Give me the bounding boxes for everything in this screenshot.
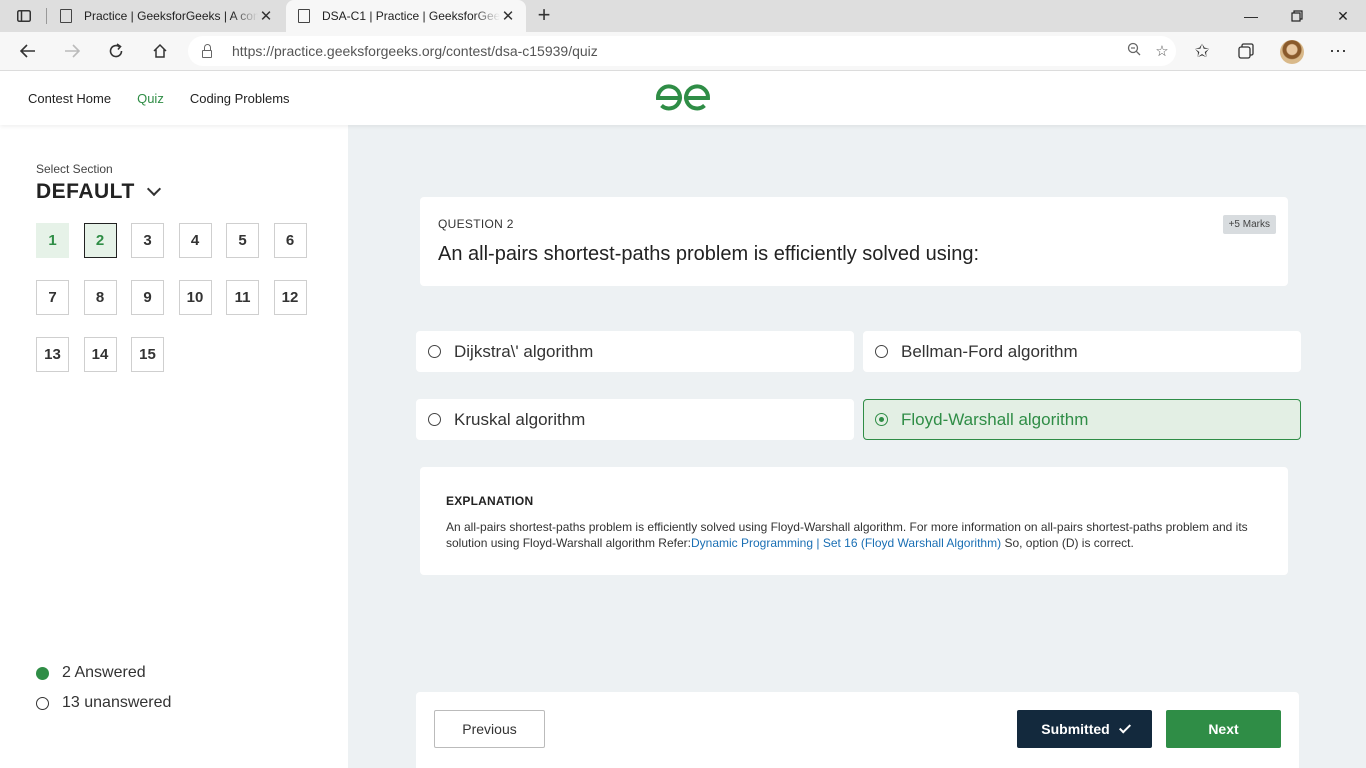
explanation-conclusion: So, option (D) is correct. <box>1001 536 1134 550</box>
address-bar: https://practice.geeksforgeeks.org/conte… <box>0 32 1366 71</box>
profile-avatar[interactable] <box>1280 40 1304 64</box>
unanswered-legend: 13 unanswered <box>36 694 171 712</box>
close-tab-icon[interactable]: ✕ <box>500 7 516 25</box>
question-button-1[interactable]: 1 <box>36 223 69 258</box>
radio-selected-icon[interactable] <box>875 413 888 426</box>
question-button-3[interactable]: 3 <box>131 223 164 258</box>
question-button-14[interactable]: 14 <box>83 337 117 372</box>
nav-contest-home[interactable]: Contest Home <box>28 91 111 106</box>
url-field[interactable]: https://practice.geeksforgeeks.org/conte… <box>188 36 1176 66</box>
radio-icon[interactable] <box>875 345 888 358</box>
check-icon <box>1118 720 1131 734</box>
close-window-icon[interactable]: ✕ <box>1320 0 1366 32</box>
answered-dot-icon <box>36 666 49 680</box>
chevron-down-icon <box>146 181 161 197</box>
unanswered-count: 13 unanswered <box>62 694 172 711</box>
question-button-9[interactable]: 9 <box>131 280 164 315</box>
option-label: Floyd-Warshall algorithm <box>901 409 1089 429</box>
question-button-12[interactable]: 12 <box>273 280 307 315</box>
new-tab-icon[interactable]: + <box>534 4 554 28</box>
favorites-icon[interactable]: ✩ <box>1186 36 1218 66</box>
nav-quiz[interactable]: Quiz <box>137 91 164 106</box>
tab-actions-icon[interactable] <box>8 4 40 28</box>
restore-icon[interactable] <box>1274 0 1320 32</box>
question-sidebar: Select Section DEFAULT 1 2 3 4 5 6 7 8 9 10 11 12 13… <box>0 125 348 768</box>
marks-badge: +5 Marks <box>1222 215 1276 234</box>
contest-nav: Contest Home Quiz Coding Problems <box>28 71 290 125</box>
explanation-title: EXPLANATION <box>446 494 534 508</box>
site-header: Contest Home Quiz Coding Problems <box>0 71 1366 125</box>
question-number: QUESTION 2 <box>438 217 514 231</box>
page-icon <box>298 9 310 23</box>
quiz-main: QUESTION 2 +5 Marks An all-pairs shortes… <box>348 125 1366 768</box>
explanation-body: An all-pairs shortest-paths problem is e… <box>446 519 1262 551</box>
option-a[interactable]: Dijkstra\' algorithm <box>416 331 854 372</box>
section-select[interactable]: DEFAULT <box>36 180 161 204</box>
home-icon[interactable] <box>144 36 176 66</box>
submitted-label: Submitted <box>1041 721 1110 737</box>
radio-icon[interactable] <box>428 413 441 426</box>
previous-button[interactable]: Previous <box>434 710 545 748</box>
refresh-icon[interactable] <box>100 36 132 66</box>
question-card: QUESTION 2 +5 Marks An all-pairs shortes… <box>420 197 1288 286</box>
question-button-6[interactable]: 6 <box>273 223 307 258</box>
nav-coding-problems[interactable]: Coding Problems <box>190 91 290 106</box>
question-button-8[interactable]: 8 <box>83 280 117 315</box>
question-button-5[interactable]: 5 <box>226 223 259 258</box>
minimize-icon[interactable]: — <box>1228 0 1274 32</box>
lock-icon[interactable] <box>202 43 212 58</box>
next-button[interactable]: Next <box>1166 710 1281 748</box>
explanation-card: EXPLANATION An all-pairs shortest-paths … <box>420 467 1288 575</box>
question-button-2[interactable]: 2 <box>83 223 117 258</box>
quiz-footer: Previous Submitted Next <box>416 692 1299 768</box>
question-button-11[interactable]: 11 <box>226 280 259 315</box>
zoom-icon[interactable] <box>1120 42 1148 60</box>
radio-icon[interactable] <box>428 345 441 358</box>
question-button-4[interactable]: 4 <box>178 223 212 258</box>
back-icon[interactable] <box>12 36 44 66</box>
gfg-logo-icon[interactable] <box>655 83 711 113</box>
question-grid: 1 2 3 4 5 6 7 8 9 10 11 12 13 14 15 <box>36 223 326 372</box>
section-value: DEFAULT <box>36 180 135 203</box>
next-label: Next <box>1208 721 1239 737</box>
section-label: Select Section <box>36 162 113 176</box>
question-button-13[interactable]: 13 <box>36 337 69 372</box>
option-c[interactable]: Kruskal algorithm <box>416 399 854 440</box>
more-options-icon[interactable]: ⋯ <box>1322 36 1354 66</box>
option-b[interactable]: Bellman-Ford algorithm <box>863 331 1301 372</box>
question-text: An all-pairs shortest-paths problem is e… <box>438 243 979 265</box>
question-button-7[interactable]: 7 <box>36 280 69 315</box>
tab-separator <box>46 8 47 24</box>
unanswered-dot-icon <box>36 696 49 710</box>
browser-tab-practice[interactable]: Practice | GeeksforGeeks | A com ✕ <box>48 0 284 32</box>
explanation-link[interactable]: Dynamic Programming | Set 16 (Floyd Wars… <box>691 536 1001 550</box>
submitted-button[interactable]: Submitted <box>1017 710 1152 748</box>
question-button-10[interactable]: 10 <box>178 280 212 315</box>
tab-title: Practice | GeeksforGeeks | A com <box>84 9 258 23</box>
option-d[interactable]: Floyd-Warshall algorithm <box>863 399 1301 440</box>
previous-label: Previous <box>462 721 517 737</box>
collections-icon[interactable] <box>1230 36 1262 66</box>
close-tab-icon[interactable]: ✕ <box>258 7 274 25</box>
option-label: Kruskal algorithm <box>454 409 586 429</box>
forward-icon[interactable] <box>56 36 88 66</box>
tab-title: DSA-C1 | Practice | GeeksforGeeks <box>322 9 500 23</box>
question-button-15[interactable]: 15 <box>131 337 164 372</box>
add-favorite-icon[interactable]: ☆ <box>1148 42 1176 60</box>
answered-legend: 2 Answered <box>36 664 146 682</box>
option-label: Dijkstra\' algorithm <box>454 341 594 361</box>
browser-tab-bar: Practice | GeeksforGeeks | A com ✕ DSA-C… <box>0 0 1366 32</box>
url-text: https://practice.geeksforgeeks.org/conte… <box>232 43 598 59</box>
option-label: Bellman-Ford algorithm <box>901 341 1078 361</box>
page-icon <box>60 9 72 23</box>
browser-tab-dsa-c1[interactable]: DSA-C1 | Practice | GeeksforGeeks ✕ <box>286 0 526 32</box>
answered-count: 2 Answered <box>62 664 146 681</box>
